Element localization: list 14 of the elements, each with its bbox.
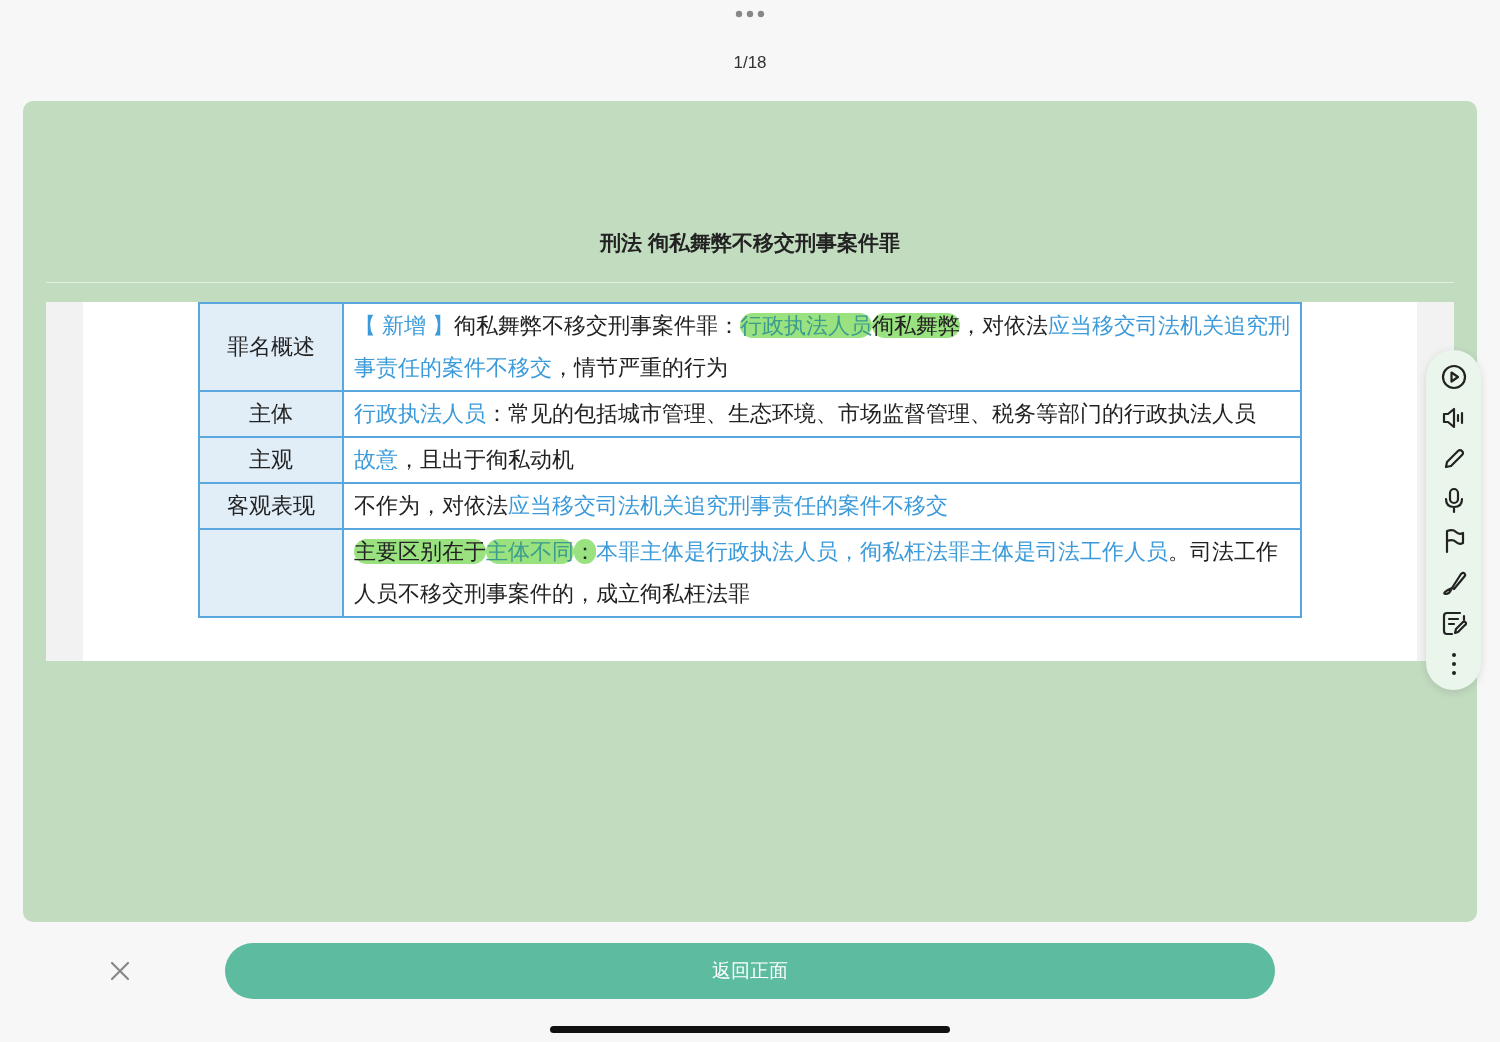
- table-cell: 故意，且出于徇私动机: [343, 437, 1301, 483]
- table-cell: 主要区别在于主体不同：本罪主体是行政执法人员，徇私枉法罪主体是司法工作人员。司法工作人员不移交刑事案件的，成立徇私枉法罪: [343, 529, 1301, 617]
- table-cell: 【 新增 】徇私舞弊不移交刑事案件罪：行政执法人员徇私舞弊，对依法应当移交司法机关追究刑事责任的案件不移交，情节严重的行为: [343, 303, 1301, 391]
- table-header-cell: 主体: [199, 391, 343, 437]
- table-header-cell: 客观表现: [199, 483, 343, 529]
- close-icon[interactable]: [108, 959, 132, 983]
- table-cell: 不作为，对依法应当移交司法机关追究刑事责任的案件不移交: [343, 483, 1301, 529]
- play-icon[interactable]: [1439, 363, 1468, 391]
- return-front-button[interactable]: 返回正面: [225, 943, 1275, 999]
- table-header-cell: 罪名概述: [199, 303, 343, 391]
- page-counter: 1/18: [733, 53, 767, 73]
- table-header-cell: 主观: [199, 437, 343, 483]
- table-cell: 行政执法人员：常见的包括城市管理、生态环境、市场监督管理、税务等部门的行政执法人员: [343, 391, 1301, 437]
- card-title: 刑法 徇私舞弊不移交刑事案件罪: [600, 230, 900, 256]
